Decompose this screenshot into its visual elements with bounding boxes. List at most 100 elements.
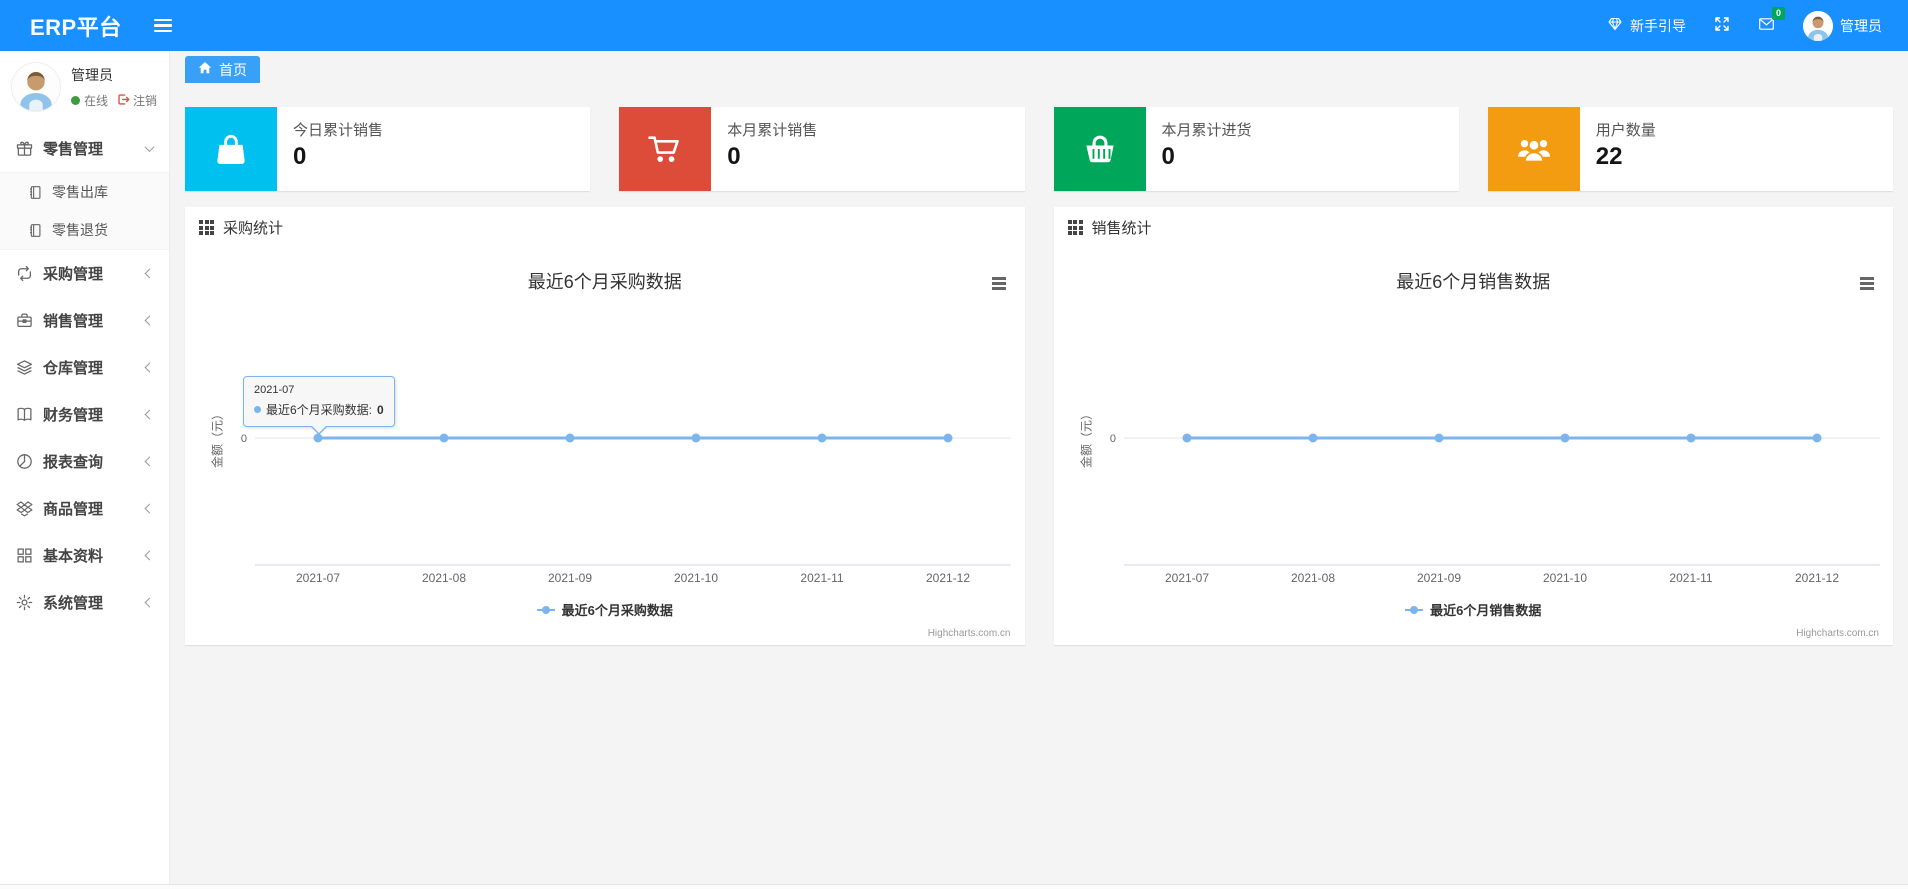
chart-plot-area[interactable]: 0 2021-07 2021-08 2021-09 2021-10 2021-11 2021… (185, 248, 1025, 645)
x-axis-label: 2021-12 (1794, 571, 1838, 585)
sidebar-item-report-query[interactable]: 报表查询 (0, 438, 169, 485)
sidebar-item-purchase-management[interactable]: 采购管理 (0, 250, 169, 297)
sidebar-item-label: 商品管理 (43, 501, 104, 518)
footer-divider (0, 884, 1908, 889)
sidebar-item-label: 财务管理 (43, 407, 104, 424)
stat-label: 本月累计进货 (1161, 122, 1252, 139)
sidebar-item-label: 仓库管理 (43, 360, 104, 377)
sidebar-item-system-management[interactable]: 系统管理 (0, 579, 169, 626)
sidebar-item-warehouse-management[interactable]: 仓库管理 (0, 344, 169, 391)
data-point-marker[interactable] (943, 433, 953, 443)
briefcase-icon (16, 312, 33, 329)
legend-item[interactable]: 最近6个月采购数据 (185, 600, 1025, 619)
th-grid-icon (199, 220, 214, 235)
repeat-icon (16, 265, 33, 282)
stat-label: 用户数量 (1595, 122, 1656, 139)
highcharts-credits[interactable]: Highcharts.com.cn (928, 628, 1011, 639)
guide-link[interactable]: 新手引导 (1607, 16, 1686, 36)
legend-marker (1405, 605, 1424, 614)
x-axis-label: 2021-11 (1669, 571, 1712, 585)
tooltip-series-label: 最近6个月采购数据: (266, 403, 373, 417)
sidebar-item-retail-management[interactable]: 零售管理 (0, 125, 169, 172)
data-point-marker[interactable] (313, 433, 323, 443)
x-axis-label: 2021-10 (1542, 571, 1586, 585)
stat-value: 0 (727, 143, 741, 170)
book-open-icon (16, 406, 33, 423)
data-point-marker[interactable] (1560, 433, 1569, 443)
sidebar-item-label: 零售管理 (43, 141, 104, 158)
chart-tooltip: 2021-07 最近6个月采购数据: 0 (243, 376, 395, 435)
sidebar-item-goods-management[interactable]: 商品管理 (0, 485, 169, 532)
logout-link[interactable]: 注销 (117, 92, 157, 109)
stat-card-month-purchase: 本月累计进货 0 (1053, 107, 1459, 191)
chart-plot-area[interactable]: 0 2021-07 2021-08 2021-09 2021-10 2021-11 2021… (1054, 248, 1894, 645)
x-axis-label: 2021-07 (296, 571, 340, 585)
stat-label: 今日累计销售 (293, 122, 384, 139)
data-point-marker[interactable] (565, 433, 575, 443)
chevron-left-icon (144, 456, 155, 467)
app-logo[interactable]: ERP平台 (30, 10, 122, 42)
shopping-cart-icon (619, 107, 712, 191)
gem-icon (1607, 16, 1623, 35)
chart-title: 最近6个月销售数据 (1396, 272, 1551, 292)
gear-icon (16, 594, 33, 611)
online-status-dot (71, 96, 80, 105)
avatar (12, 63, 60, 111)
online-status-label: 在线 (84, 94, 109, 108)
messages-button[interactable]: 0 (1758, 7, 1785, 35)
sidebar-item-label: 基本资料 (43, 548, 104, 565)
sidebar-item-label: 报表查询 (43, 454, 104, 471)
x-axis-label: 2021-07 (1164, 571, 1208, 585)
sidebar-item-retail-outbound[interactable]: 零售出库 (0, 173, 169, 211)
shopping-bag-icon (185, 107, 277, 191)
chevron-left-icon (144, 409, 155, 420)
chart-context-menu-button[interactable] (1857, 274, 1877, 293)
panel-header: 采购统计 (185, 207, 1025, 248)
th-grid-icon (1067, 220, 1083, 235)
x-axis-label: 2021-12 (926, 571, 970, 585)
users-icon (1487, 107, 1580, 191)
fullscreen-button[interactable] (1714, 16, 1730, 35)
sidebar-item-retail-return[interactable]: 零售退货 (0, 211, 169, 249)
user-menu[interactable]: 管理员 (1803, 10, 1882, 41)
sidebar-item-finance-management[interactable]: 财务管理 (0, 391, 169, 438)
purchase-chart: 最近6个月采购数据 金额（元） 0 2021-07 2021-08 2021-09 20… (185, 248, 1025, 645)
data-point-marker[interactable] (1182, 433, 1191, 443)
sidebar-item-sales-management[interactable]: 销售管理 (0, 297, 169, 344)
purchase-stats-panel: 采购统计 最近6个月采购数据 金额（元） 0 2021-07 2021-08 2021… (185, 207, 1025, 645)
fullscreen-icon (1714, 16, 1730, 35)
main-content: 首页 今日累计销售 0 本月累计销售 0 本月累计进货 0 用户数量 22 采购… (170, 51, 1908, 889)
chevron-left-icon (144, 550, 155, 561)
highcharts-credits[interactable]: Highcharts.com.cn (1796, 628, 1879, 639)
gift-icon (16, 140, 33, 157)
sidebar-item-label: 销售管理 (43, 313, 104, 330)
logout-icon (117, 93, 130, 109)
tab-bar: 首页 (185, 56, 1893, 83)
data-point-marker[interactable] (1434, 433, 1443, 443)
tab-home[interactable]: 首页 (185, 56, 260, 83)
panel-title: 采购统计 (223, 220, 284, 237)
legend-item[interactable]: 最近6个月销售数据 (1054, 600, 1894, 619)
sidebar-item-basic-data[interactable]: 基本资料 (0, 532, 169, 579)
data-point-marker[interactable] (691, 433, 701, 443)
sales-stats-panel: 销售统计 最近6个月销售数据 金额（元） 0 2021-07 2021-08 2021… (1053, 207, 1894, 645)
data-point-marker[interactable] (1686, 433, 1695, 443)
sidebar-toggle-button[interactable] (150, 15, 176, 37)
tooltip-header: 2021-07 (254, 384, 295, 396)
data-point-marker[interactable] (1308, 433, 1317, 443)
series-marker-dot (254, 406, 261, 413)
data-point-marker[interactable] (439, 433, 449, 443)
sidebar-item-label: 零售退货 (52, 222, 108, 238)
retail-submenu: 零售出库 零售退货 (0, 172, 169, 250)
stat-card-month-sales: 本月累计销售 0 (619, 107, 1025, 191)
username-label: 管理员 (1840, 17, 1882, 34)
stat-cards-row: 今日累计销售 0 本月累计销售 0 本月累计进货 0 用户数量 22 (185, 107, 1893, 191)
data-point-marker[interactable] (817, 433, 827, 443)
y-axis-tick-label: 0 (241, 433, 247, 445)
sidebar-item-label: 零售出库 (52, 184, 108, 200)
chart-context-menu-button[interactable] (989, 274, 1009, 293)
data-point-marker[interactable] (1812, 433, 1821, 443)
legend-marker (536, 605, 555, 614)
stat-value: 0 (1161, 143, 1175, 170)
panel-title: 销售统计 (1091, 220, 1152, 237)
